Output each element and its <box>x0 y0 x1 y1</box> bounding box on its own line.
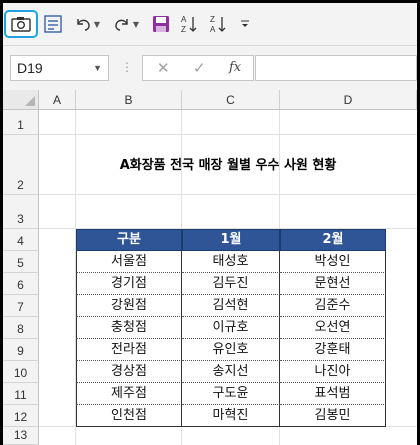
row-header-8[interactable]: 8 <box>3 317 39 339</box>
quick-access-toolbar: ▼ ▼ AZ ZA <box>3 3 417 46</box>
table-cell[interactable]: 박성인 <box>280 251 386 273</box>
sort-descending-button[interactable]: ZA <box>207 10 231 38</box>
enter-icon[interactable]: ✓ <box>193 56 206 80</box>
column-header-c[interactable]: C <box>182 90 280 110</box>
table-cell[interactable]: 강훈태 <box>280 339 386 361</box>
row-header-13[interactable]: 13 <box>3 427 39 445</box>
form-icon <box>44 15 62 33</box>
table-cell[interactable]: 송지선 <box>182 361 280 383</box>
undo-button[interactable]: ▼ <box>71 10 103 38</box>
svg-text:Z: Z <box>181 25 186 34</box>
row-header-10[interactable]: 10 <box>3 361 39 383</box>
table-cell[interactable]: 전라점 <box>76 339 182 361</box>
undo-dropdown-icon[interactable]: ▼ <box>94 20 100 29</box>
table-header-cell[interactable]: 1월 <box>182 229 280 251</box>
save-button[interactable] <box>149 10 173 38</box>
gridline <box>39 194 417 195</box>
formula-bar: D19 ▼ ⋮ ✕ ✓ fx <box>3 46 417 91</box>
worksheet-grid[interactable]: A B C D 1 2 3 4 5 6 7 8 9 10 11 12 13 A화… <box>3 90 417 445</box>
row-header-4[interactable]: 4 <box>3 229 39 251</box>
column-header-b[interactable]: B <box>76 90 182 110</box>
table-cell[interactable]: 김두진 <box>182 273 280 295</box>
insert-function-icon[interactable]: fx <box>229 56 241 80</box>
svg-text:A: A <box>181 15 187 24</box>
cancel-icon[interactable]: ✕ <box>157 56 170 80</box>
sort-ascending-icon: AZ <box>180 14 200 34</box>
row-header-5[interactable]: 5 <box>3 251 39 273</box>
row-header-11[interactable]: 11 <box>3 383 39 405</box>
formula-input[interactable] <box>255 55 417 81</box>
excel-window: ▼ ▼ AZ ZA D19 ▼ ⋮ ✕ ✓ fx A B C D 1 2 3 4… <box>3 3 417 445</box>
undo-icon <box>74 16 92 32</box>
table-cell[interactable]: 이규호 <box>182 317 280 339</box>
redo-dropdown-icon[interactable]: ▼ <box>133 20 139 29</box>
customize-toolbar-button[interactable] <box>237 10 253 38</box>
row-header-6[interactable]: 6 <box>3 273 39 295</box>
table-cell[interactable]: 충청점 <box>76 317 182 339</box>
row-header-1[interactable]: 1 <box>3 110 39 135</box>
camera-icon <box>11 16 31 32</box>
table-cell[interactable]: 경기점 <box>76 273 182 295</box>
table-header-cell[interactable]: 2월 <box>280 229 386 251</box>
svg-text:A: A <box>210 25 216 34</box>
table-cell[interactable]: 태성호 <box>182 251 280 273</box>
gridline <box>39 134 417 135</box>
row-header-7[interactable]: 7 <box>3 295 39 317</box>
row-header-12[interactable]: 12 <box>3 405 39 427</box>
svg-text:Z: Z <box>210 15 215 24</box>
form-button[interactable] <box>41 10 65 38</box>
table-cell[interactable]: 경상점 <box>76 361 182 383</box>
name-box[interactable]: D19 ▼ <box>10 55 109 81</box>
table-cell[interactable]: 인천점 <box>76 405 182 427</box>
row-header-9[interactable]: 9 <box>3 339 39 361</box>
table-cell[interactable]: 구도윤 <box>182 383 280 405</box>
save-icon <box>152 15 170 33</box>
name-box-value: D19 <box>17 60 43 76</box>
table-cell[interactable]: 마혁진 <box>182 405 280 427</box>
column-header-d[interactable]: D <box>280 90 417 110</box>
table-cell[interactable]: 나진아 <box>280 361 386 383</box>
sheet-title[interactable]: A화장품 전국 매장 월별 우수 사원 현황 <box>39 154 417 173</box>
table-header-cell[interactable]: 구분 <box>76 229 182 251</box>
table-cell[interactable]: 김준수 <box>280 295 386 317</box>
table-cell[interactable]: 오선연 <box>280 317 386 339</box>
table-cell[interactable]: 김봉민 <box>280 405 386 427</box>
table-cell[interactable]: 서울점 <box>76 251 182 273</box>
camera-button[interactable] <box>4 10 38 38</box>
table-cell[interactable]: 유인호 <box>182 339 280 361</box>
customize-toolbar-icon <box>240 18 250 30</box>
table-cell[interactable]: 문현선 <box>280 273 386 295</box>
formula-bar-splitter-icon[interactable]: ⋮ <box>121 60 133 74</box>
sort-ascending-button[interactable]: AZ <box>178 10 202 38</box>
column-header-a[interactable]: A <box>39 90 76 110</box>
name-box-dropdown-icon[interactable]: ▼ <box>93 56 102 80</box>
table-cell[interactable]: 제주점 <box>76 383 182 405</box>
row-header-3[interactable]: 3 <box>3 195 39 229</box>
redo-button[interactable]: ▼ <box>109 10 143 38</box>
sort-descending-icon: ZA <box>209 14 229 34</box>
select-all-button[interactable] <box>3 90 39 110</box>
row-header-2[interactable]: 2 <box>3 135 39 195</box>
table-cell[interactable]: 표석범 <box>280 383 386 405</box>
table-cell[interactable]: 김석현 <box>182 295 280 317</box>
redo-icon <box>113 16 131 32</box>
formula-buttons: ✕ ✓ fx <box>142 55 254 81</box>
table-cell[interactable]: 강원점 <box>76 295 182 317</box>
